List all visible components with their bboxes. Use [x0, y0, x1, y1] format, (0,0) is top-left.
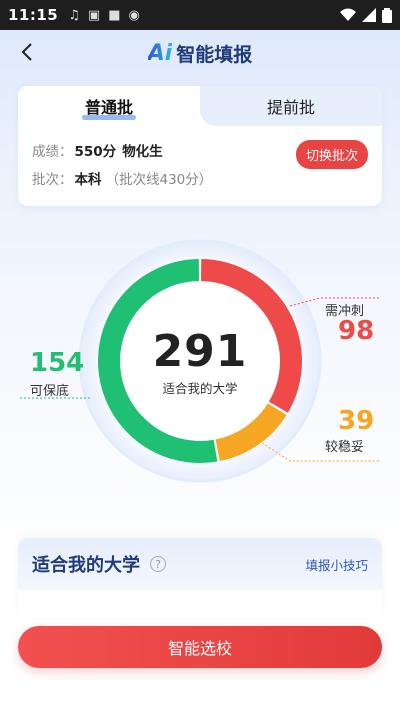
tab-regular-batch[interactable]: 普通批 — [18, 86, 200, 126]
subjects-value: 物化生 — [122, 144, 163, 160]
batch-label: 批次： — [32, 172, 73, 188]
safe-count: 154 — [30, 348, 85, 378]
section-header: 适合我的大学 ? 填报小技巧 — [18, 538, 382, 590]
nav-bar: Ai 智能填报 — [0, 30, 400, 76]
batch-card: 普通批 提前批 成绩： 550分 物化生 批次： 本科 （批次线430分） 切换… — [18, 86, 382, 206]
music-icon: ♫ — [68, 7, 80, 23]
batch-value: 本科 — [74, 172, 102, 188]
score-value: 550分 — [74, 144, 117, 160]
switch-batch-button[interactable]: 切换批次 — [295, 140, 368, 169]
ai-logo: Ai — [147, 40, 173, 66]
status-time: 11:15 — [8, 6, 59, 24]
tab-label: 提前批 — [266, 98, 315, 117]
tab-early-batch[interactable]: 提前批 — [200, 86, 382, 126]
score-label: 成绩： — [32, 144, 73, 160]
app-icon: ■ — [108, 7, 121, 23]
smart-select-button[interactable]: 智能选校 — [18, 626, 382, 668]
back-button[interactable] — [12, 37, 42, 67]
battery-icon — [382, 7, 392, 23]
page-title-text: 智能填报 — [176, 43, 253, 66]
tips-link[interactable]: 填报小技巧 — [305, 555, 368, 574]
stable-label: 较稳妥 — [325, 440, 365, 455]
page-title: Ai 智能填报 — [148, 40, 253, 67]
universities-section: 适合我的大学 ? 填报小技巧 — [18, 538, 382, 618]
chevron-left-icon — [21, 43, 32, 61]
image-icon: ▣ — [87, 7, 101, 23]
stable-count: 39 — [338, 406, 375, 436]
summary-chart: 291 适合我的大学 154 可保底 需冲刺 98 39 较稳妥 — [0, 238, 400, 538]
safe-label: 可保底 — [30, 384, 70, 399]
question-icon[interactable]: ? — [150, 556, 166, 572]
status-bar: 11:15 ♫ ▣ ■ ◉ — [0, 0, 400, 30]
wifi-icon — [340, 8, 356, 21]
status-right — [340, 7, 392, 23]
tab-underline — [82, 115, 136, 120]
signal-icon — [362, 8, 376, 22]
batch-tabs: 普通批 提前批 — [18, 86, 382, 126]
card-body: 成绩： 550分 物化生 批次： 本科 （批次线430分） 切换批次 — [18, 126, 382, 202]
reach-count: 98 — [338, 316, 375, 346]
section-title: 适合我的大学 — [32, 555, 140, 576]
batch-note: （批次线430分） — [105, 172, 213, 188]
notification-icon: ◉ — [128, 7, 140, 23]
